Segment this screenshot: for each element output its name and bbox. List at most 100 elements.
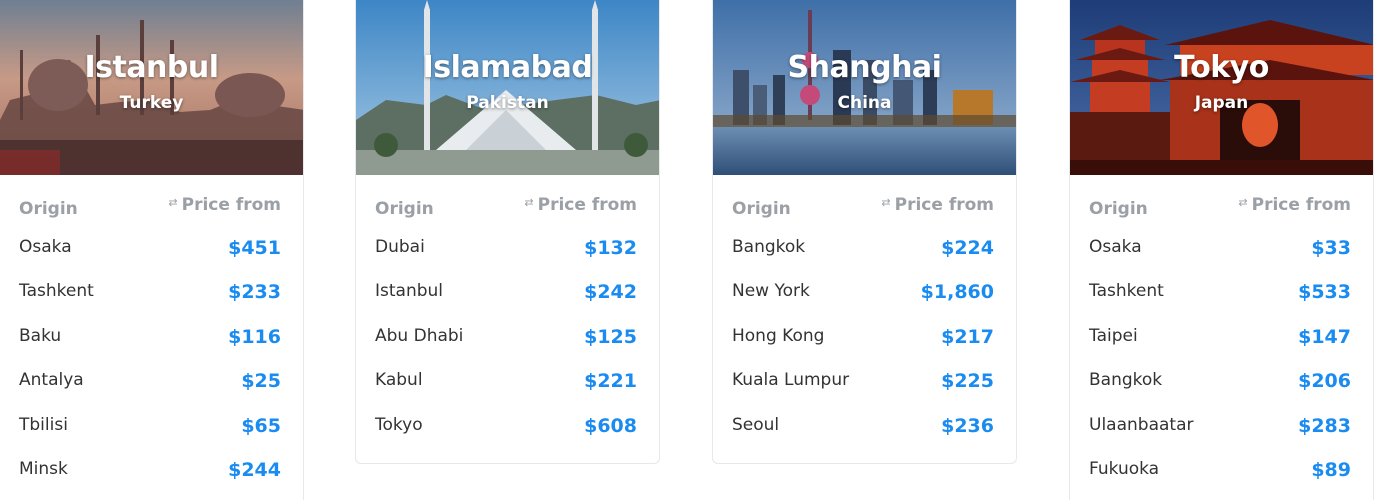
origin-city: Dubai <box>375 237 425 257</box>
price-header: ⇄ Price from <box>524 195 637 215</box>
price-link[interactable]: $65 <box>241 415 281 437</box>
istanbul-photo <box>0 0 303 175</box>
route-row[interactable]: New York $1,860 <box>713 275 1016 319</box>
country-name: Turkey <box>119 93 184 113</box>
destination-card-shanghai[interactable]: Shanghai China Origin ⇄ Price from Bangk… <box>712 0 1017 464</box>
city-name: Tokyo <box>1174 50 1269 85</box>
origin-header: Origin <box>1089 199 1148 219</box>
islamabad-photo <box>356 0 659 175</box>
destination-card-tokyo[interactable]: Tokyo Japan Origin ⇄ Price from Osaka $33… <box>1069 0 1374 500</box>
city-name: Islamabad <box>422 50 593 85</box>
origin-city: Kabul <box>375 370 423 391</box>
price-link[interactable]: $244 <box>228 459 281 481</box>
price-link[interactable]: $233 <box>228 281 281 303</box>
destination-card-istanbul[interactable]: Istanbul Turkey Origin ⇄ Price from Osak… <box>0 0 304 500</box>
price-link[interactable]: $533 <box>1298 281 1351 303</box>
origin-city: Minsk <box>19 458 68 479</box>
route-row[interactable]: Kabul $221 <box>356 364 659 408</box>
origin-header: Origin <box>375 199 434 219</box>
price-link[interactable]: $116 <box>228 326 281 348</box>
origin-city: Hong Kong <box>732 325 825 346</box>
shanghai-photo <box>713 0 1016 175</box>
route-row[interactable]: Osaka $451 <box>0 231 303 275</box>
route-row[interactable]: Abu Dhabi $125 <box>356 320 659 364</box>
origin-city: Kuala Lumpur <box>732 370 850 391</box>
price-link[interactable]: $225 <box>941 370 994 392</box>
price-link[interactable]: $242 <box>584 281 637 303</box>
tokyo-photo <box>1070 0 1373 175</box>
price-link[interactable]: $283 <box>1298 415 1351 437</box>
table-header: Origin ⇄ Price from <box>1070 175 1373 231</box>
price-link[interactable]: $33 <box>1311 237 1351 259</box>
origin-header: Origin <box>19 199 78 219</box>
origin-city: Taipei <box>1089 325 1138 346</box>
route-row[interactable]: Minsk $244 <box>0 453 303 497</box>
price-link[interactable]: $221 <box>584 370 637 392</box>
price-link[interactable]: $608 <box>584 415 637 437</box>
price-link[interactable]: $236 <box>941 415 994 437</box>
price-header-label: Price from <box>181 195 281 215</box>
route-row[interactable]: Osaka $33 <box>1070 231 1373 275</box>
price-link[interactable]: $451 <box>228 237 281 259</box>
origin-city: Bangkok <box>1089 370 1163 391</box>
route-row[interactable]: Hong Kong $217 <box>713 320 1016 364</box>
route-row[interactable]: Fukuoka $89 <box>1070 453 1373 497</box>
origin-city: Tashkent <box>19 281 94 302</box>
city-name: Istanbul <box>84 50 219 85</box>
origin-header: Origin <box>732 199 791 219</box>
origin-city: Ulaanbaatar <box>1089 414 1194 435</box>
origin-city: Abu Dhabi <box>375 325 464 346</box>
route-row[interactable]: Tashkent $533 <box>1070 275 1373 319</box>
price-header: ⇄ Price from <box>1238 195 1351 215</box>
route-row[interactable]: Taipei $147 <box>1070 320 1373 364</box>
destination-card-islamabad[interactable]: Islamabad Pakistan Origin ⇄ Price from D… <box>355 0 660 464</box>
route-row[interactable]: Tashkent $233 <box>0 275 303 319</box>
origin-city: Seoul <box>732 414 780 435</box>
route-row[interactable]: Antalya $25 <box>0 364 303 408</box>
price-link[interactable]: $217 <box>941 326 994 348</box>
origin-city: Antalya <box>19 370 84 391</box>
route-row[interactable]: Kuala Lumpur $225 <box>713 364 1016 408</box>
origin-city: Istanbul <box>375 281 444 302</box>
country-name: China <box>837 93 892 113</box>
price-header-label: Price from <box>894 195 994 215</box>
price-link[interactable]: $125 <box>584 326 637 348</box>
price-link[interactable]: $147 <box>1298 326 1351 348</box>
route-row[interactable]: Tbilisi $65 <box>0 409 303 453</box>
country-name: Japan <box>1194 93 1249 113</box>
route-row[interactable]: Bangkok $206 <box>1070 364 1373 408</box>
price-link[interactable]: $132 <box>584 237 637 259</box>
origin-city: Bangkok <box>732 237 806 257</box>
price-link[interactable]: $1,860 <box>921 281 994 303</box>
price-link[interactable]: $25 <box>241 370 281 392</box>
route-row[interactable]: Tokyo $608 <box>356 409 659 453</box>
table-header: Origin ⇄ Price from <box>356 175 659 231</box>
origin-city: Fukuoka <box>1089 458 1160 479</box>
price-header: ⇄ Price from <box>881 195 994 215</box>
city-photo[interactable]: Shanghai China <box>713 0 1016 175</box>
route-row[interactable]: Dubai $132 <box>356 231 659 275</box>
price-header-label: Price from <box>537 195 637 215</box>
origin-city: Baku <box>19 325 62 346</box>
route-row[interactable]: Seoul $236 <box>713 409 1016 453</box>
origin-city: Tbilisi <box>19 414 68 435</box>
price-link[interactable]: $224 <box>941 237 994 259</box>
route-row[interactable]: Bangkok $224 <box>713 231 1016 275</box>
price-link[interactable]: $89 <box>1311 459 1351 481</box>
swap-arrows-icon: ⇄ <box>524 195 534 209</box>
city-photo[interactable]: Islamabad Pakistan <box>356 0 659 175</box>
route-row[interactable]: Ulaanbaatar $283 <box>1070 409 1373 453</box>
origin-city: Osaka <box>19 237 72 257</box>
route-row[interactable]: Istanbul $242 <box>356 275 659 319</box>
swap-arrows-icon: ⇄ <box>881 195 891 209</box>
origin-city: New York <box>732 281 810 302</box>
price-link[interactable]: $206 <box>1298 370 1351 392</box>
swap-arrows-icon: ⇄ <box>1238 195 1248 209</box>
destinations-grid: Istanbul Turkey Origin ⇄ Price from Osak… <box>0 0 1400 500</box>
city-photo[interactable]: Istanbul Turkey <box>0 0 303 175</box>
city-photo[interactable]: Tokyo Japan <box>1070 0 1373 175</box>
price-header-label: Price from <box>1251 195 1351 215</box>
origin-city: Osaka <box>1089 237 1142 257</box>
origin-city: Tokyo <box>375 414 423 435</box>
route-row[interactable]: Baku $116 <box>0 320 303 364</box>
